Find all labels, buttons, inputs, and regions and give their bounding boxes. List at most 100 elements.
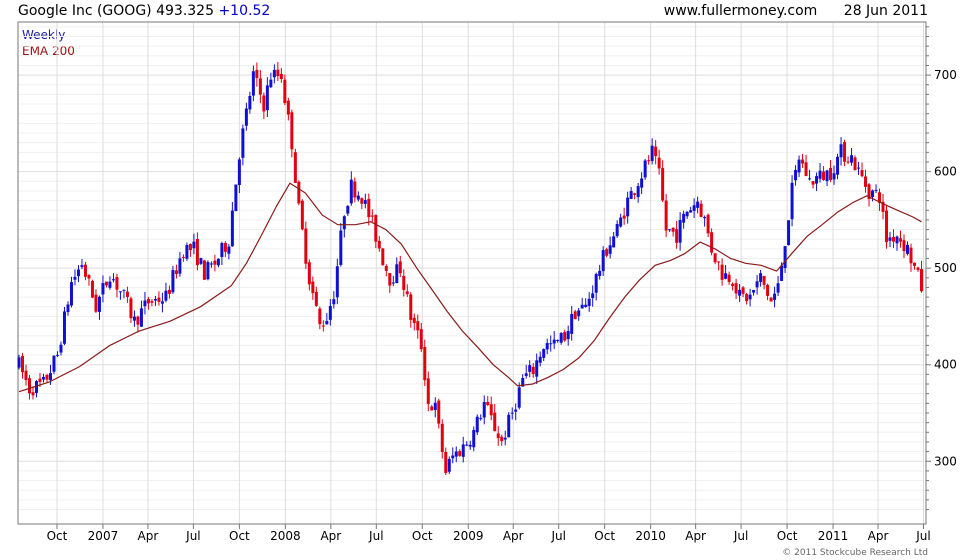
candle-down: [255, 69, 259, 79]
candle-down: [202, 260, 206, 280]
candle-down: [899, 238, 903, 242]
candle-down: [174, 270, 178, 274]
candle-up: [790, 182, 794, 220]
candle-up: [80, 265, 84, 267]
candle-up: [433, 402, 437, 410]
candle-down: [458, 451, 462, 456]
candle-up: [220, 243, 224, 257]
candle-down: [713, 253, 717, 263]
candle-down: [671, 227, 675, 232]
y-tick-label: 500: [934, 261, 957, 275]
candle-up: [216, 258, 220, 266]
x-tick-label: Apr: [868, 529, 889, 543]
candle-down: [731, 283, 735, 286]
x-tick-label: Oct: [47, 529, 68, 543]
plot-frame: [17, 21, 927, 525]
candle-down: [83, 264, 87, 277]
candle-up: [696, 201, 700, 208]
candle-down: [710, 232, 714, 253]
candle-up: [773, 293, 777, 300]
candle-up: [241, 128, 245, 158]
candle-up: [755, 281, 759, 288]
candle-up: [335, 266, 339, 298]
x-tick-label: Apr: [320, 529, 341, 543]
candle-up: [108, 281, 112, 288]
candle-up: [857, 167, 861, 169]
candle-up: [556, 339, 560, 341]
candle-up: [552, 339, 556, 344]
candle-down: [426, 378, 430, 404]
candle-up: [339, 230, 343, 265]
candle-down: [388, 273, 392, 286]
x-tick-label: Jul: [368, 529, 383, 543]
y-tick-label: 600: [934, 165, 957, 179]
candle-down: [416, 321, 420, 331]
candle-down: [94, 294, 98, 312]
candle-up: [97, 296, 101, 312]
candle-up: [598, 270, 602, 276]
candle-up: [818, 170, 822, 179]
candle-down: [647, 160, 651, 162]
candle-up: [808, 178, 812, 180]
candle-down: [493, 412, 497, 432]
candle-up: [559, 333, 563, 343]
candle-down: [321, 325, 325, 327]
candle-up: [612, 236, 616, 248]
candle-up: [111, 279, 115, 281]
candle-down: [188, 244, 192, 251]
candle-up: [454, 451, 458, 457]
candle-up: [514, 409, 518, 412]
candle-up: [122, 289, 126, 291]
candle-up: [503, 437, 507, 440]
candle-down: [286, 100, 290, 115]
candle-down: [45, 374, 49, 380]
candle-down: [419, 329, 423, 350]
candle-down: [38, 378, 42, 382]
candle-down: [31, 392, 35, 396]
candle-up: [69, 282, 73, 306]
candle-up: [668, 229, 672, 231]
candle-down: [27, 378, 31, 394]
candle-up: [101, 283, 105, 295]
candle-down: [720, 264, 724, 280]
candle-up: [17, 357, 21, 368]
candle-down: [531, 366, 535, 375]
candle-up: [139, 308, 143, 327]
candle-down: [409, 294, 413, 320]
candle-down: [811, 181, 815, 185]
candle-up: [874, 189, 878, 191]
candle-up: [41, 376, 45, 380]
candle-down: [622, 215, 626, 219]
candle-down: [885, 210, 889, 243]
candlestick-chart: 300 400 500 600 700 Oct 2007 Apr Jul Oct 2008 Apr Ju…: [17, 21, 957, 543]
candle-up: [76, 269, 80, 277]
candle-up: [626, 197, 630, 217]
candle-up: [748, 294, 752, 300]
candle-up: [524, 373, 528, 376]
candle-up: [164, 290, 168, 301]
candle-up: [682, 213, 686, 223]
candle-down: [90, 280, 94, 298]
candle-up: [328, 305, 332, 320]
candle-down: [822, 171, 826, 180]
candle-down: [405, 291, 409, 295]
candle-up: [48, 373, 52, 381]
candle-up: [594, 273, 598, 293]
candle-up: [475, 416, 479, 433]
candle-up: [209, 263, 213, 265]
candle-up: [685, 211, 689, 217]
candle-down: [902, 240, 906, 252]
candle-up: [692, 205, 696, 211]
candle-down: [633, 193, 637, 195]
candle-up: [269, 79, 273, 88]
candle-down: [444, 451, 448, 473]
candle-up: [836, 156, 840, 175]
candle-up: [584, 304, 588, 308]
candle-up: [650, 145, 654, 161]
candle-up: [153, 299, 157, 301]
candle-down: [486, 402, 490, 405]
candle-down: [181, 256, 185, 258]
x-tick-label: 2007: [88, 529, 119, 543]
x-tick-label: 2009: [453, 529, 484, 543]
candle-down: [381, 248, 385, 266]
